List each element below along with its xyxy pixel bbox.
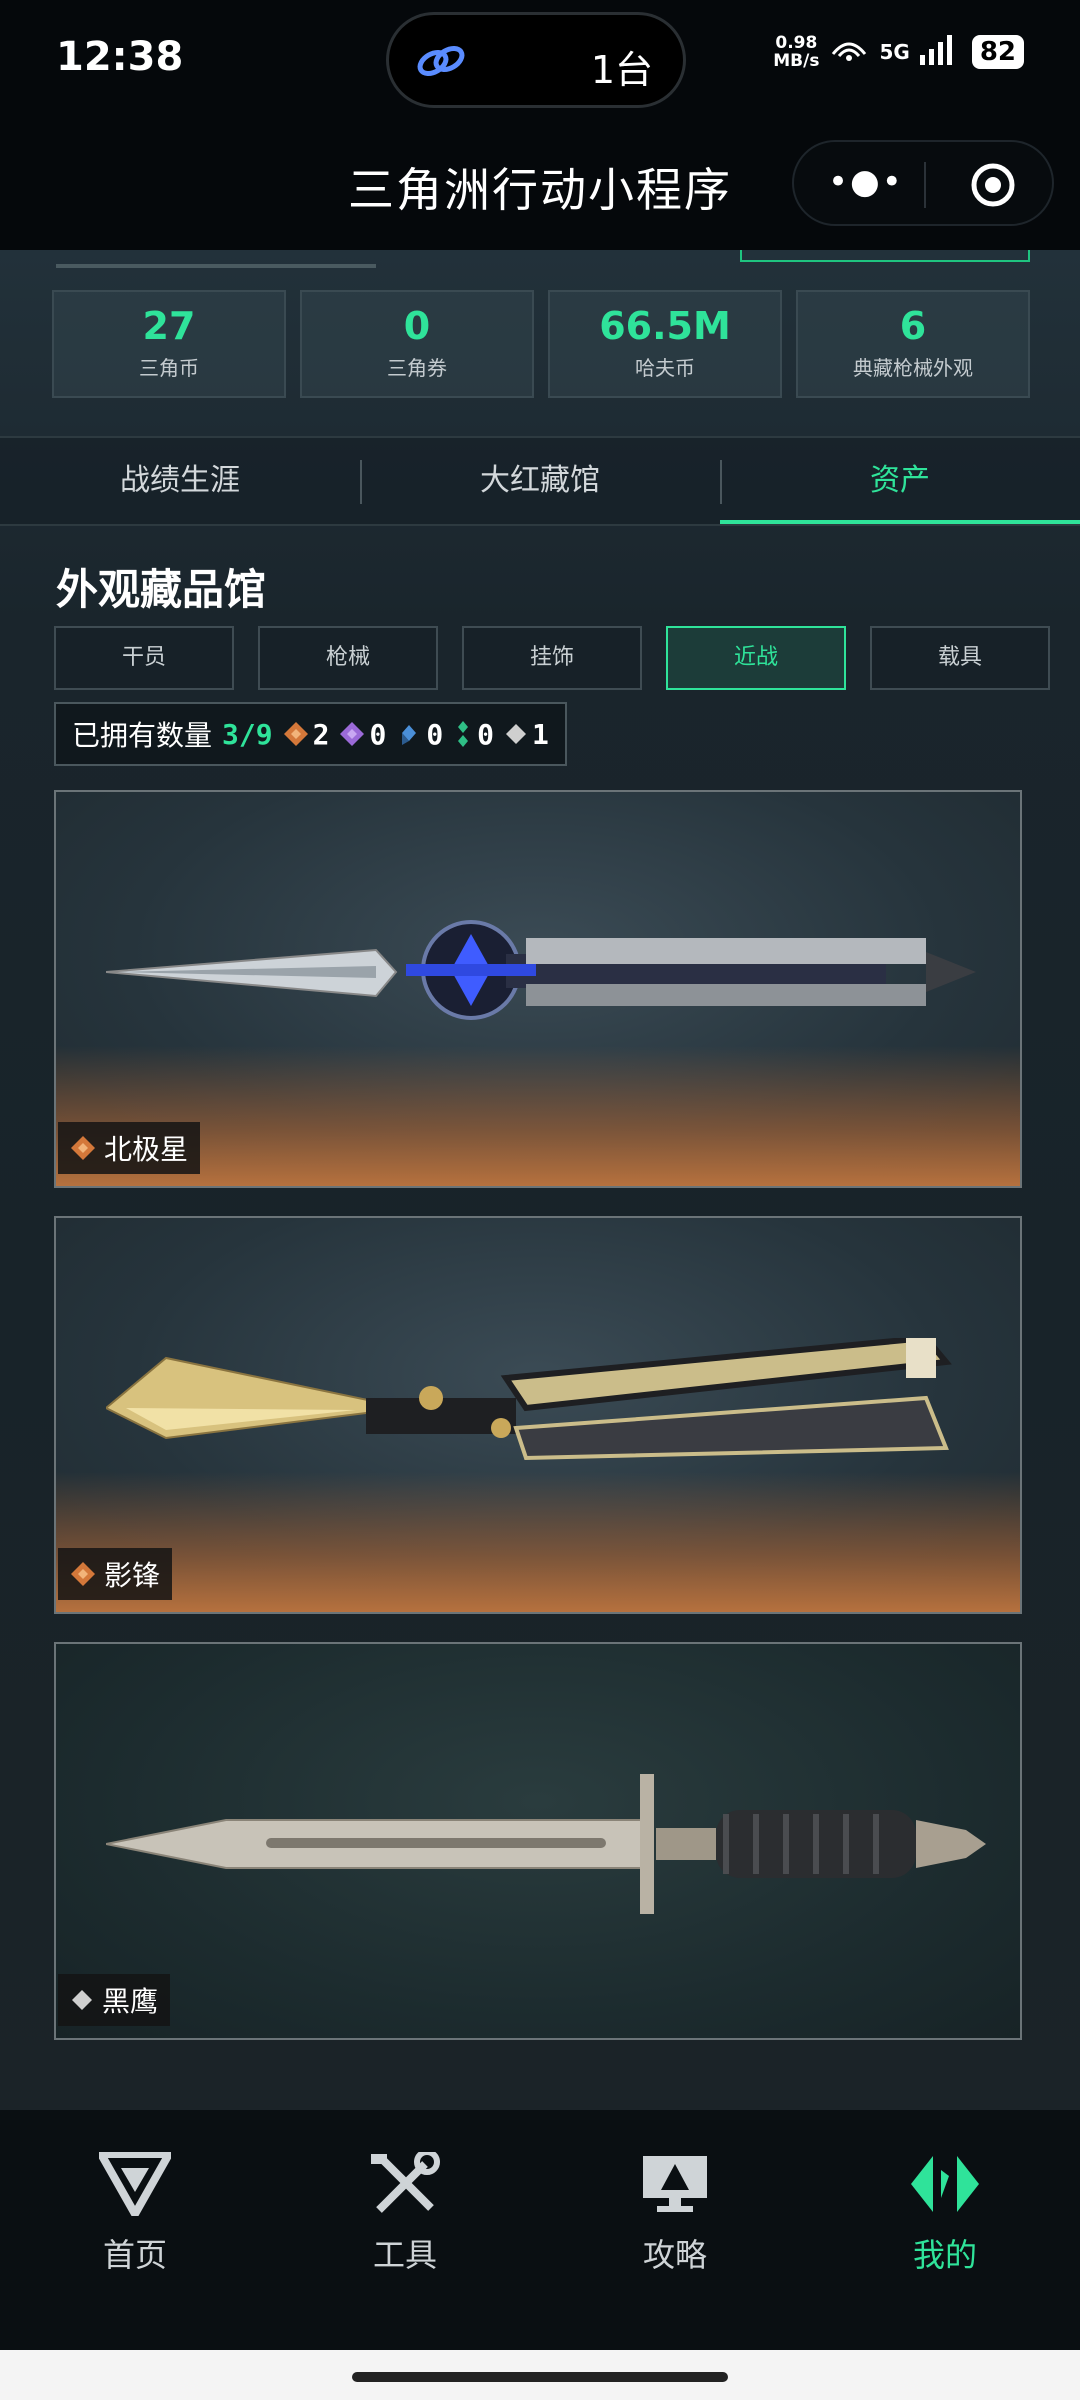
- black-hawk-knife-image: [106, 1774, 986, 1914]
- nav-label: 攻略: [642, 2236, 707, 2274]
- tab-career[interactable]: 战绩生涯: [0, 438, 360, 524]
- melee-skin-card[interactable]: 黑鹰: [54, 1642, 1022, 2040]
- item-name: 影锋: [104, 1559, 161, 1592]
- melee-skin-card[interactable]: 北极星: [54, 790, 1022, 1188]
- link-icon: [413, 37, 469, 89]
- nav-home[interactable]: 首页: [0, 2110, 270, 2350]
- stat-card: 27 三角币: [52, 290, 286, 398]
- filter-weapons[interactable]: 枪械: [258, 626, 438, 690]
- network-type: 5G: [879, 40, 910, 64]
- rarity-count-value: 1: [532, 717, 549, 751]
- orange-diamond-icon: [283, 722, 308, 746]
- melee-skin-card[interactable]: 影锋: [54, 1216, 1022, 1614]
- card-corner: [1002, 1218, 1020, 1236]
- item-name: 北极星: [104, 1133, 189, 1166]
- rarity-count-value: 0: [426, 717, 444, 751]
- bottom-navigation: 首页 工具 攻略 我的: [0, 2110, 1080, 2350]
- stat-card: 6 典藏枪械外观: [796, 290, 1030, 398]
- delta-logo-icon: [94, 2150, 176, 2223]
- capsule-divider: [924, 162, 926, 208]
- net-speed: 0.98 MB/s: [773, 34, 819, 70]
- main-content[interactable]: 27 三角币 0 三角券 66.5M 哈夫币 6 典藏枪械外观 战绩生涯 大红藏…: [0, 250, 1080, 2110]
- target-icon[interactable]: [970, 162, 1016, 212]
- tab-collection-hall[interactable]: 大红藏馆: [360, 438, 720, 524]
- nav-profile[interactable]: 我的: [810, 2110, 1080, 2350]
- shadow-blade-knife-image: [106, 1338, 952, 1461]
- filter-vehicles[interactable]: 载具: [870, 626, 1050, 690]
- rarity-count: 0: [339, 718, 386, 751]
- white-diamond-icon: [506, 724, 527, 744]
- status-time: 12:38: [56, 34, 184, 80]
- banner-accent-frame: [740, 250, 1030, 262]
- guide-icon: [643, 2156, 707, 2212]
- card-corner: [56, 1644, 74, 1662]
- owned-label: 已拥有数量: [72, 719, 213, 752]
- orange-diamond-icon: [71, 1136, 95, 1160]
- battery-indicator: 82: [971, 35, 1024, 69]
- status-bar: 12:38 1台 0.98 MB/s 5G 82: [0, 0, 1080, 120]
- miniprogram-capsule: •●•: [792, 140, 1054, 226]
- category-filters: 干员 枪械 挂饰 近战 载具: [54, 626, 1050, 690]
- profile-icon: [911, 2156, 979, 2212]
- rarity-count: 1: [504, 718, 549, 751]
- purple-diamond-icon: [340, 722, 365, 746]
- net-speed-unit: MB/s: [773, 51, 820, 71]
- green-diamond-icon: [458, 721, 469, 747]
- nav-guide[interactable]: 攻略: [540, 2110, 810, 2350]
- owned-count: 3/9: [222, 717, 273, 751]
- nav-tools[interactable]: 工具: [270, 2110, 540, 2350]
- rarity-count: 0: [396, 718, 443, 751]
- signal-bars-icon: [919, 35, 956, 69]
- nav-label: 工具: [372, 2236, 437, 2274]
- white-diamond-icon: [72, 1990, 92, 2010]
- filter-charms[interactable]: 挂饰: [462, 626, 642, 690]
- item-name-tag: 影锋: [58, 1548, 173, 1600]
- card-corner: [56, 792, 74, 810]
- status-right: 0.98 MB/s 5G 82: [773, 34, 1024, 70]
- stat-value: 27: [142, 304, 196, 348]
- net-speed-value: 0.98: [775, 33, 818, 53]
- rarity-count-value: 0: [477, 717, 495, 751]
- island-count: 1台: [590, 48, 653, 92]
- banner-decoration: [56, 264, 376, 268]
- orange-diamond-icon: [71, 1562, 95, 1586]
- stat-label: 三角币: [139, 356, 199, 380]
- polaris-knife-image: [106, 920, 976, 1020]
- filter-melee[interactable]: 近战: [666, 626, 846, 690]
- more-dots-icon[interactable]: •●•: [828, 162, 904, 202]
- stat-value: 6: [899, 304, 927, 348]
- stat-card: 0 三角券: [300, 290, 534, 398]
- nav-label: 首页: [102, 2236, 167, 2274]
- stat-label: 三角券: [387, 356, 447, 380]
- tab-bar: 战绩生涯 大红藏馆 资产: [0, 436, 1080, 526]
- card-corner: [1002, 1644, 1020, 1662]
- stat-label: 哈夫币: [635, 356, 695, 380]
- item-name-tag: 黑鹰: [58, 1974, 171, 2026]
- tools-icon: [371, 2149, 440, 2213]
- stat-label: 典藏枪械外观: [853, 356, 973, 380]
- stat-value: 0: [403, 304, 431, 348]
- rarity-count-value: 0: [369, 717, 387, 751]
- rarity-count: 0: [453, 718, 494, 751]
- card-corner: [1002, 792, 1020, 810]
- stats-row: 27 三角币 0 三角券 66.5M 哈夫币 6 典藏枪械外观: [52, 290, 1030, 398]
- hotspot-icon: [829, 34, 869, 70]
- dynamic-island[interactable]: 1台: [386, 12, 686, 108]
- section-title: 外观藏品馆: [56, 565, 267, 614]
- gesture-area: [0, 2350, 1080, 2400]
- rarity-count: 2: [283, 717, 330, 751]
- owned-count-bar: 已拥有数量 3/9 2 0 0 0 1: [54, 702, 567, 766]
- nav-label: 我的: [912, 2236, 977, 2274]
- title-bar: 三角洲行动小程序 •●•: [0, 120, 1080, 250]
- filter-operator[interactable]: 干员: [54, 626, 234, 690]
- item-name-tag: 北极星: [58, 1122, 201, 1174]
- item-name: 黑鹰: [102, 1985, 159, 2018]
- blue-diamond-icon: [402, 725, 417, 745]
- rarity-count-value: 2: [312, 717, 330, 751]
- home-indicator[interactable]: [352, 2372, 728, 2382]
- tab-assets[interactable]: 资产: [720, 438, 1080, 524]
- card-corner: [56, 1218, 74, 1236]
- stat-value: 66.5M: [599, 304, 731, 348]
- stat-card: 66.5M 哈夫币: [548, 290, 782, 398]
